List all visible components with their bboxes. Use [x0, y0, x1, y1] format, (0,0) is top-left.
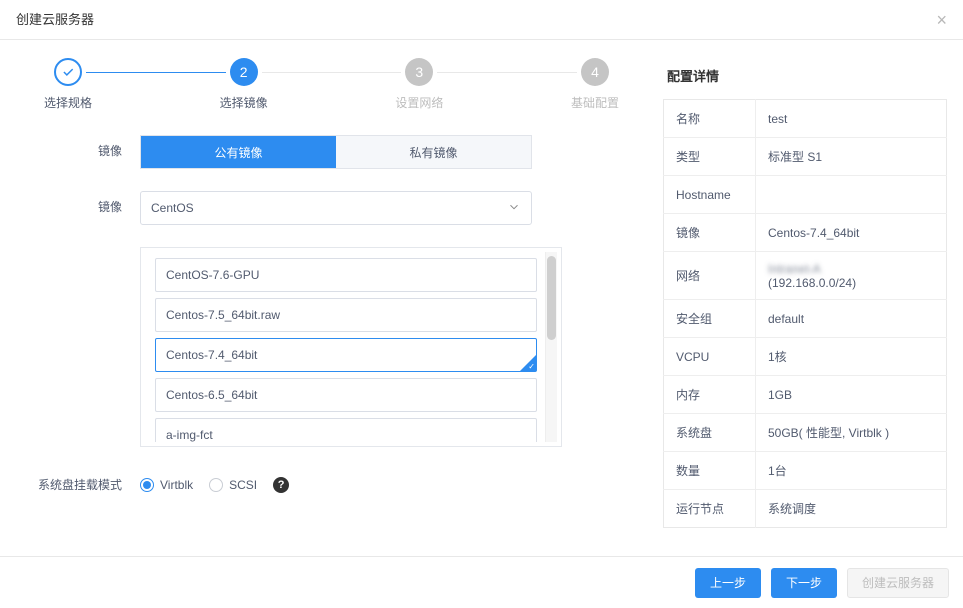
scrollbar-thumb[interactable] — [547, 256, 556, 340]
step-3-circle: 3 — [405, 58, 433, 86]
mount-mode-radios: Virtblk SCSI ? — [140, 469, 603, 501]
step-1[interactable]: 选择规格 — [44, 58, 92, 111]
tab-private-image[interactable]: 私有镜像 — [336, 136, 531, 168]
table-row: 内存1GB — [664, 376, 947, 414]
table-row: 镜像Centos-7.4_64bit — [664, 214, 947, 252]
stepper: 选择规格 2 选择镜像 3 设置网络 4 基础配置 — [44, 58, 619, 111]
help-icon[interactable]: ? — [273, 477, 289, 493]
checkmark-icon — [54, 58, 82, 86]
step-line-3 — [437, 72, 577, 73]
step-2-label: 选择镜像 — [220, 94, 268, 111]
step-3[interactable]: 3 设置网络 — [395, 58, 443, 111]
step-4-circle: 4 — [581, 58, 609, 86]
next-button[interactable]: 下一步 — [771, 568, 837, 598]
step-line-2 — [262, 72, 402, 73]
dialog-footer: 上一步 下一步 创建云服务器 — [0, 556, 963, 608]
main-panel: 选择规格 2 选择镜像 3 设置网络 4 基础配置 镜像 公有镜像 — [0, 40, 663, 608]
image-os-selected-value: CentOS — [151, 201, 194, 215]
image-os-label: 镜像 — [0, 191, 140, 225]
image-list-item[interactable]: a-img-fct✓ — [155, 418, 537, 442]
config-details-table: 名称test 类型标准型 S1 Hostname 镜像Centos-7.4_64… — [663, 99, 947, 528]
mount-mode-label: 系统盘挂载模式 — [0, 469, 140, 501]
image-type-label: 镜像 — [0, 135, 140, 169]
step-3-label: 设置网络 — [395, 94, 443, 111]
prev-button[interactable]: 上一步 — [695, 568, 761, 598]
radio-mark-icon — [140, 478, 154, 492]
chevron-down-icon — [507, 200, 521, 217]
table-row: 系统盘50GB( 性能型, Virtblk ) — [664, 414, 947, 452]
table-row: VCPU1核 — [664, 338, 947, 376]
image-list: CentOS-7.6-GPU✓ Centos-7.5_64bit.raw✓ Ce… — [140, 247, 562, 447]
table-row: 网络Intranet-A(192.168.0.0/24) — [664, 252, 947, 300]
table-row: 类型标准型 S1 — [664, 138, 947, 176]
step-1-label: 选择规格 — [44, 94, 92, 111]
image-list-item[interactable]: Centos-7.4_64bit✓ — [155, 338, 537, 372]
image-os-select[interactable]: CentOS — [140, 191, 532, 225]
image-list-scrollbar[interactable] — [545, 252, 557, 442]
radio-virtblk[interactable]: Virtblk — [140, 478, 193, 492]
radio-mark-icon — [209, 478, 223, 492]
step-4-label: 基础配置 — [571, 94, 619, 111]
create-button[interactable]: 创建云服务器 — [847, 568, 949, 598]
table-row: 数量1台 — [664, 452, 947, 490]
step-line-1 — [86, 72, 226, 73]
table-row: 安全组default — [664, 300, 947, 338]
step-2-circle: 2 — [230, 58, 258, 86]
table-row: Hostname — [664, 176, 947, 214]
step-4[interactable]: 4 基础配置 — [571, 58, 619, 111]
image-type-tabs: 公有镜像 私有镜像 — [140, 135, 532, 169]
tab-public-image[interactable]: 公有镜像 — [141, 136, 336, 168]
image-list-item[interactable]: Centos-6.5_64bit✓ — [155, 378, 537, 412]
dialog-header: 创建云服务器 × — [0, 0, 963, 40]
config-details-panel: 配置详情 名称test 类型标准型 S1 Hostname 镜像Centos-7… — [663, 40, 963, 608]
close-icon[interactable]: × — [936, 0, 947, 40]
image-list-item[interactable]: CentOS-7.6-GPU✓ — [155, 258, 537, 292]
image-list-item[interactable]: Centos-7.5_64bit.raw✓ — [155, 298, 537, 332]
table-row: 名称test — [664, 100, 947, 138]
dialog-title: 创建云服务器 — [16, 0, 94, 40]
table-row: 运行节点系统调度 — [664, 490, 947, 528]
radio-scsi[interactable]: SCSI — [209, 478, 257, 492]
config-details-title: 配置详情 — [663, 66, 947, 85]
step-2[interactable]: 2 选择镜像 — [220, 58, 268, 111]
